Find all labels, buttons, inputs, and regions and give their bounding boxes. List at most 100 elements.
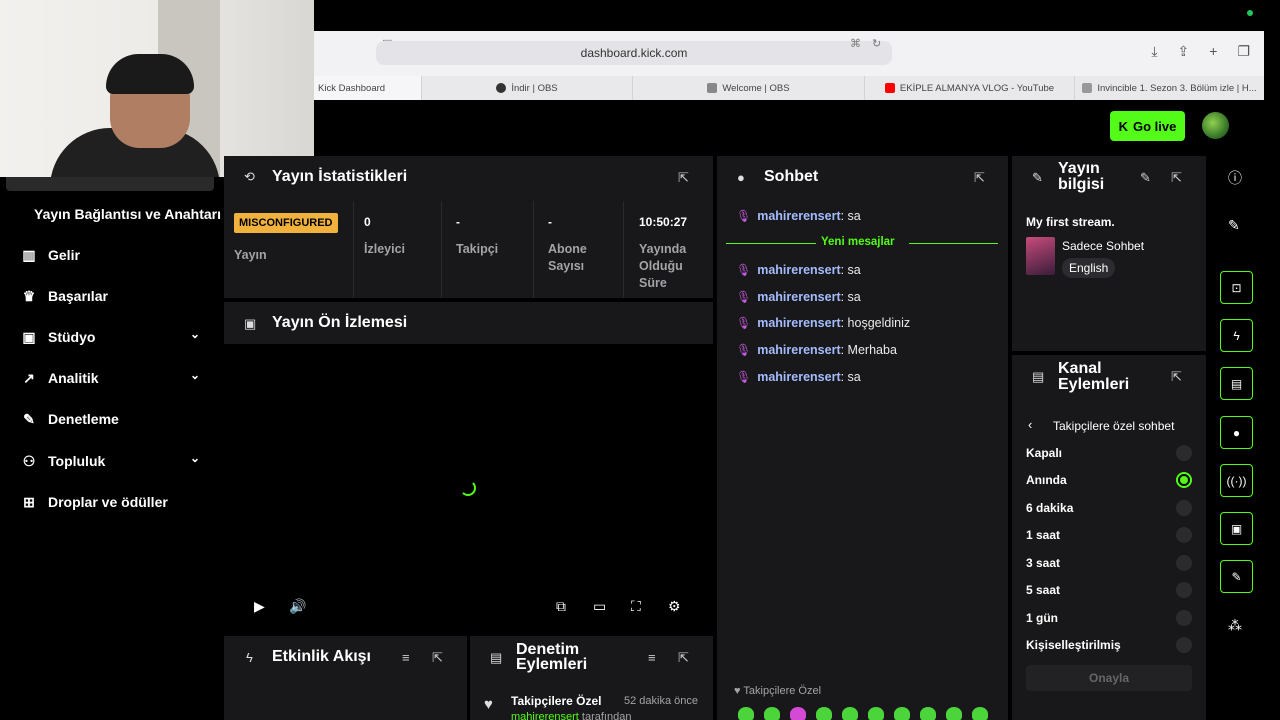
radio-button[interactable] <box>1176 582 1192 598</box>
moderation-entry-user[interactable]: mahirerensert <box>511 711 579 720</box>
sidebar-item-stream-key[interactable]: Yayın Bağlantısı ve Anahtarı <box>34 206 222 222</box>
emote-icon[interactable] <box>842 707 858 720</box>
chat-username[interactable]: mahirerensert <box>757 209 840 223</box>
volume-icon[interactable]: 🔊 <box>289 598 306 615</box>
radio-button[interactable] <box>1176 527 1192 543</box>
wrench-button[interactable]: ✎ <box>1220 560 1253 593</box>
radio-option-aninda[interactable]: Anında <box>1026 470 1194 490</box>
tabs-overview-icon[interactable]: ❐ <box>1237 43 1250 60</box>
go-live-button[interactable]: K Go live <box>1110 111 1185 141</box>
category-name[interactable]: Sadece Sohbet <box>1062 239 1144 253</box>
preview-header: ▣ Yayın Ön İzlemesi <box>224 302 713 344</box>
radio-button[interactable] <box>1176 500 1192 516</box>
tab-invincible[interactable]: Invincible 1. Sezon 3. Bölüm izle | H... <box>1074 76 1264 100</box>
screen-capture-button[interactable]: ⊡ <box>1220 271 1253 304</box>
chevron-down-icon: ⌄ <box>189 368 200 382</box>
chat-icon: ● <box>1232 425 1241 440</box>
emote-icon[interactable] <box>738 707 754 720</box>
tab-obs-welcome[interactable]: Welcome | OBS <box>632 76 864 100</box>
reload-icon[interactable]: ↻ <box>872 37 881 50</box>
tab-youtube[interactable]: EKİPLE ALMANYA VLOG - YouTube <box>864 76 1074 100</box>
radio-label: 1 gün <box>1026 611 1058 625</box>
sidebar-item-topluluk[interactable]: ⚇ Topluluk ⌄ <box>20 449 210 473</box>
stats-panel: ⟲ Yayın İstatistikleri ⇱ MISCONFIGURED Y… <box>224 156 713 298</box>
emote-icon[interactable] <box>790 707 806 720</box>
radio-option-3-saat[interactable]: 3 saat <box>1026 553 1194 573</box>
emote-icon[interactable] <box>920 707 936 720</box>
avatar[interactable] <box>1202 112 1229 139</box>
channel-actions-button[interactable]: ▣ <box>1220 512 1253 545</box>
download-icon[interactable]: ⤓ <box>1151 43 1157 60</box>
tab-obs-download[interactable]: İndir | OBS <box>421 76 632 100</box>
settings-icon[interactable]: ⚙ <box>668 598 681 615</box>
radio-button[interactable] <box>1176 445 1192 461</box>
mic-icon: 🎙 <box>736 209 752 223</box>
tab-kick-dashboard[interactable]: Kick Dashboard <box>314 76 421 100</box>
lightning-icon: ϟ <box>246 650 253 665</box>
more-widgets-icon[interactable]: ⁂ <box>1228 617 1242 634</box>
new-tab-icon[interactable]: + <box>1209 43 1217 60</box>
radio-option-6-dakika[interactable]: 6 dakika <box>1026 498 1194 518</box>
sidebar-item-yayin[interactable] <box>6 177 214 191</box>
radio-option-5-saat[interactable]: 5 saat <box>1026 580 1194 600</box>
emote-icon[interactable] <box>894 707 910 720</box>
radio-option-kapali[interactable]: Kapalı <box>1026 443 1194 463</box>
broadcast-button[interactable]: ((·)) <box>1220 464 1253 497</box>
play-icon[interactable]: ▶ <box>254 598 265 615</box>
status-dot <box>1247 10 1253 16</box>
chat-username[interactable]: mahirerensert <box>757 370 840 384</box>
chat-button[interactable]: ● <box>1220 416 1253 449</box>
sidebar-item-droplar[interactable]: ⊞ Droplar ve ödüller <box>20 490 210 514</box>
popout-icon[interactable]: ⇱ <box>1171 369 1182 385</box>
pip-icon[interactable]: ⧉ <box>556 598 566 615</box>
emote-icon[interactable] <box>946 707 962 720</box>
stat-label: İzleyici <box>364 242 405 256</box>
radio-button[interactable] <box>1176 555 1192 571</box>
theater-icon[interactable]: ▭ <box>593 598 606 615</box>
lightning-button[interactable]: ϟ <box>1220 319 1253 352</box>
stream-preview[interactable]: ▶ 🔊 ⧉ ▭ ⛶ ⚙ <box>224 344 713 630</box>
fullscreen-icon[interactable]: ⛶ <box>631 598 641 615</box>
filter-icon[interactable]: ≡ <box>648 650 656 665</box>
emote-icon[interactable] <box>972 707 988 720</box>
popout-icon[interactable]: ⇱ <box>432 650 443 666</box>
radio-label: Kapalı <box>1026 446 1063 460</box>
edit-icon[interactable]: ✎ <box>1228 217 1240 234</box>
chat-username[interactable]: mahirerensert <box>757 290 840 304</box>
filter-icon[interactable]: ≡ <box>402 650 410 665</box>
chat-username[interactable]: mahirerensert <box>757 263 840 277</box>
sidebar-item-gelir[interactable]: ▥ Gelir <box>20 243 210 267</box>
confirm-button[interactable]: Onayla <box>1026 665 1192 691</box>
share-icon[interactable]: ⇪ <box>1178 43 1190 60</box>
radio-option-1-saat[interactable]: 1 saat <box>1026 525 1194 545</box>
radio-option-custom[interactable]: Kişiselleştirilmiş <box>1026 635 1194 655</box>
sidebar-item-denetleme[interactable]: ✎ Denetleme <box>20 407 210 431</box>
sidebar-item-basarilar[interactable]: ♛ Başarılar <box>20 284 210 308</box>
radio-label: Kişiselleştirilmiş <box>1026 638 1121 652</box>
document-button[interactable]: ▤ <box>1220 367 1253 400</box>
radio-button[interactable] <box>1176 637 1192 653</box>
radio-option-1-gun[interactable]: 1 gün <box>1026 608 1194 628</box>
category-thumbnail[interactable] <box>1026 237 1055 275</box>
radio-button[interactable] <box>1176 472 1192 488</box>
translate-icon[interactable]: ⌘ <box>850 37 861 50</box>
sidebar-item-studyo[interactable]: ▣ Stüdyo ⌄ <box>20 325 210 349</box>
popout-icon[interactable]: ⇱ <box>974 170 985 186</box>
radio-button[interactable] <box>1176 610 1192 626</box>
emote-icon[interactable] <box>868 707 884 720</box>
popout-icon[interactable]: ⇱ <box>678 170 689 186</box>
chat-username[interactable]: mahirerensert <box>757 343 840 357</box>
chat-text: : Merhaba <box>840 343 897 357</box>
chat-username[interactable]: mahirerensert <box>757 316 840 330</box>
emote-icon[interactable] <box>764 707 780 720</box>
emote-icon[interactable] <box>816 707 832 720</box>
back-icon[interactable]: ‹ <box>1028 417 1032 432</box>
sidebar-item-label: Droplar ve ödüller <box>48 494 168 510</box>
info-icon[interactable]: ⓘ <box>1228 168 1242 188</box>
sidebar-item-analitik[interactable]: ↗ Analitik ⌄ <box>20 366 210 390</box>
address-bar[interactable]: dashboard.kick.com <box>376 41 892 65</box>
popout-icon[interactable]: ⇱ <box>678 650 689 666</box>
edit-icon[interactable]: ✎ <box>1140 170 1151 186</box>
popout-icon[interactable]: ⇱ <box>1171 170 1182 186</box>
stream-info-title: Yayın bilgisi <box>1058 160 1105 193</box>
